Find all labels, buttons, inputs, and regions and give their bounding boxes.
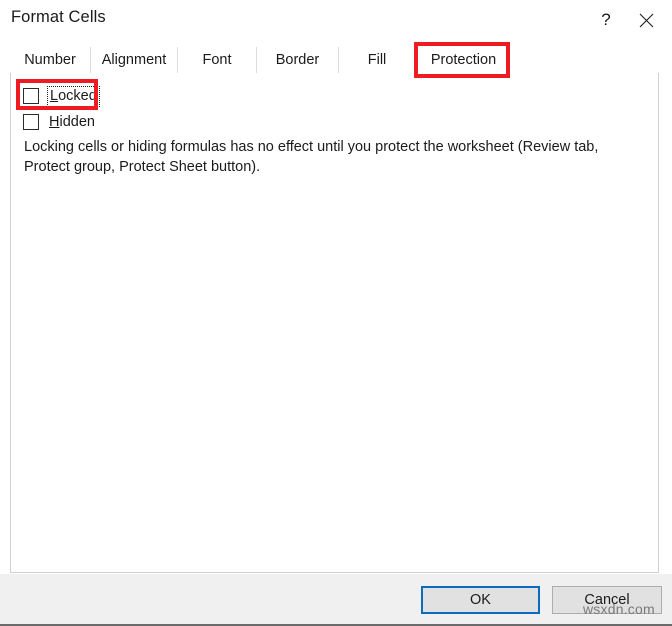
hidden-checkbox-row[interactable]: Hidden bbox=[23, 112, 95, 132]
tab-border[interactable]: Border bbox=[257, 47, 339, 73]
dialog-title: Format Cells bbox=[11, 8, 106, 26]
watermark-text: wsxdn.com bbox=[583, 601, 655, 617]
close-x-icon bbox=[639, 13, 654, 28]
tab-fill-label: Fill bbox=[367, 52, 387, 68]
question-mark-icon: ? bbox=[601, 10, 611, 29]
locked-label-rest: ocked bbox=[58, 87, 97, 104]
locked-accelerator: L bbox=[50, 87, 59, 104]
dialog-titlebar: Format Cells ? bbox=[0, 0, 672, 42]
format-cells-dialog: Format Cells ? Number Alignment Font Bor… bbox=[0, 0, 672, 626]
hidden-checkbox-label: Hidden bbox=[49, 114, 95, 131]
dialog-footer: OK Cancel bbox=[0, 574, 672, 624]
protection-description-text: Locking cells or hiding formulas has no … bbox=[24, 139, 599, 175]
ok-button-label: OK bbox=[470, 592, 491, 608]
tab-alignment[interactable]: Alignment bbox=[91, 47, 178, 73]
tab-alignment-label: Alignment bbox=[101, 52, 167, 68]
protection-tab-panel: Locked Hidden Locking cells or hiding fo… bbox=[10, 73, 659, 573]
tab-font[interactable]: Font bbox=[178, 47, 257, 73]
tab-number-label: Number bbox=[24, 52, 76, 68]
hidden-accelerator: H bbox=[49, 113, 60, 130]
close-button[interactable] bbox=[628, 4, 664, 36]
tab-font-label: Font bbox=[202, 52, 232, 68]
tab-strip: Number Alignment Font Border Fill Protec… bbox=[10, 47, 659, 74]
tab-border-label: Border bbox=[275, 52, 320, 68]
locked-checkbox-label: Locked bbox=[47, 85, 100, 107]
tab-protection-label: Protection bbox=[430, 52, 497, 68]
locked-checkbox-row[interactable]: Locked bbox=[23, 85, 100, 107]
help-button[interactable]: ? bbox=[588, 4, 624, 36]
tab-number[interactable]: Number bbox=[10, 47, 91, 73]
hidden-checkbox[interactable] bbox=[23, 114, 39, 130]
tab-protection[interactable]: Protection bbox=[416, 47, 511, 74]
hidden-label-rest: idden bbox=[59, 113, 95, 130]
locked-checkbox[interactable] bbox=[23, 88, 39, 104]
ok-button[interactable]: OK bbox=[421, 586, 540, 614]
tab-fill[interactable]: Fill bbox=[339, 47, 416, 73]
